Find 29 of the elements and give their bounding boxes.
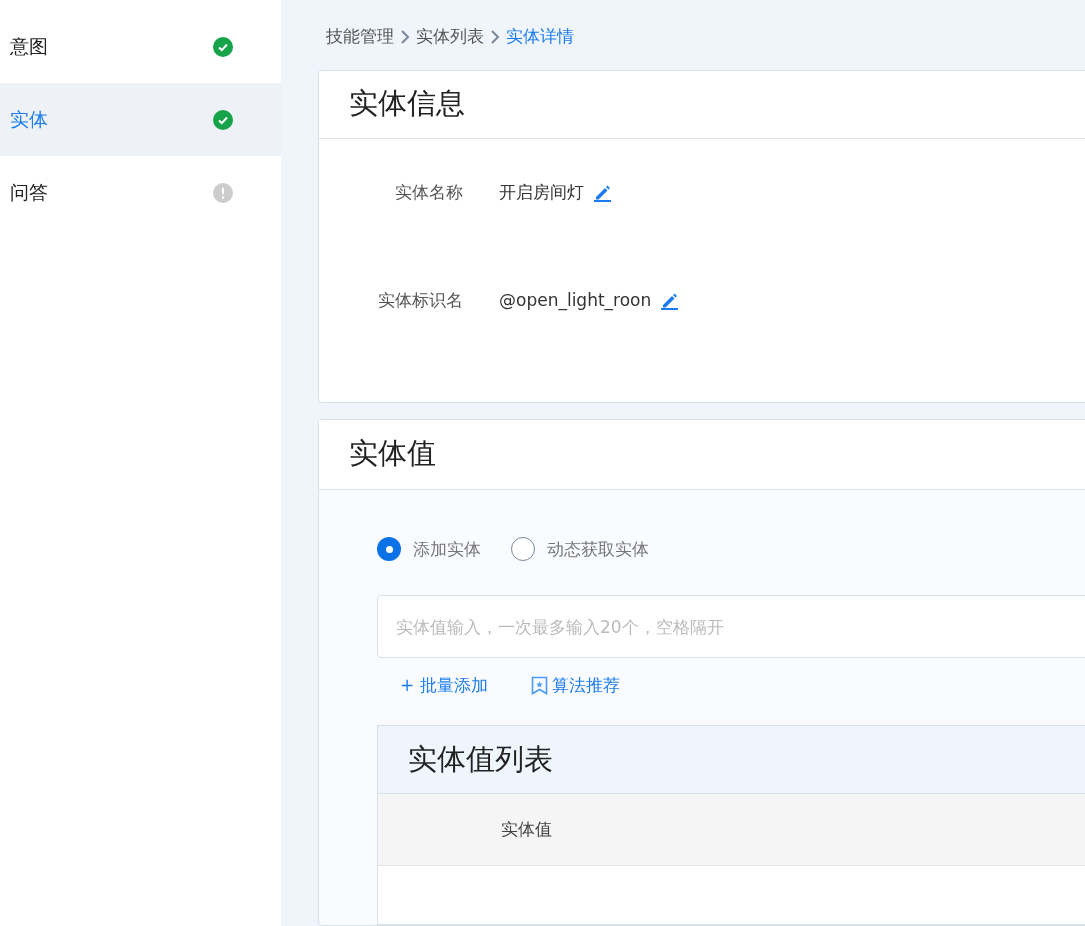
entity-value-input[interactable]: 实体值输入，一次最多输入20个，空格隔开	[377, 595, 1085, 658]
sidebar-item[interactable]: 意图	[0, 10, 281, 83]
field-label: 实体名称	[394, 180, 463, 204]
breadcrumb-link[interactable]: 实体详情	[506, 24, 574, 50]
card-title: 实体信息	[349, 85, 465, 123]
breadcrumb-link[interactable]: 实体列表	[416, 24, 484, 50]
exclamation-circle-icon	[213, 182, 233, 203]
pencil-icon[interactable]	[594, 183, 611, 202]
radio-button[interactable]	[511, 537, 535, 562]
column-header: 实体值	[501, 817, 552, 841]
radio-option[interactable]: 添加实体	[377, 536, 481, 562]
sidebar-item[interactable]: 问答	[0, 156, 281, 229]
bookmark-star-icon	[530, 676, 548, 695]
check-circle-icon	[213, 36, 233, 57]
radio-option[interactable]: 动态获取实体	[511, 536, 649, 562]
check-circle-icon	[213, 109, 233, 130]
field-value: @open_light_roon	[499, 288, 652, 313]
table-title: 实体值列表	[408, 740, 553, 778]
pencil-icon[interactable]	[661, 291, 679, 310]
card-title: 实体值	[349, 435, 436, 473]
recommend-link[interactable]: 算法推荐	[530, 672, 620, 699]
chevron-right-icon	[490, 30, 500, 44]
field-label: 实体标识名	[377, 288, 463, 312]
breadcrumb-link[interactable]: 技能管理	[326, 24, 394, 50]
radio-button[interactable]	[377, 537, 401, 562]
sidebar-item[interactable]: 实体	[0, 83, 281, 156]
batch-add-link[interactable]: + 批量添加	[400, 672, 488, 699]
field-value: 开启房间灯	[499, 180, 584, 204]
chevron-right-icon	[400, 30, 410, 44]
